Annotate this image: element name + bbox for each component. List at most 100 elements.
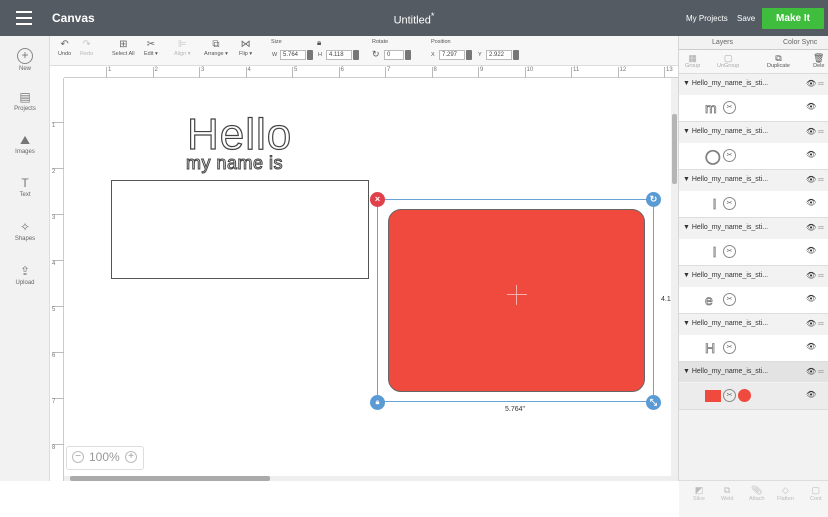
height-field[interactable]: 4.118 [326,50,352,60]
rail-new[interactable]: + New [0,48,50,72]
width-field[interactable]: 5.764 [280,50,306,60]
rail-projects[interactable]: ▤ Projects [0,90,50,112]
layer-group-header[interactable]: ▼ Hello_my_name_is_sti... 👁︎ ═ [679,314,828,334]
layer-row[interactable]: ✂ 👁︎ [679,383,828,409]
layer-thumbnail: l [713,196,717,213]
layer-row[interactable]: m ✂ 👁︎ [679,95,828,121]
resize-handle-icon[interactable]: ⤡ [646,395,661,410]
red-rectangle-shape[interactable] [388,209,645,392]
eye-icon[interactable]: 👁︎ [806,74,816,94]
eye-icon[interactable]: 👁︎ [806,198,816,207]
lock-handle-icon[interactable]: 🔒︎ [370,395,385,410]
layer-group[interactable]: ▼ Hello_my_name_is_sti... 👁︎ ═ H ✂ 👁︎ [679,314,828,362]
layer-row[interactable]: e ✂ 👁︎ [679,287,828,313]
delete-handle-icon[interactable]: × [370,192,385,207]
rotate-field[interactable]: 0 [384,50,404,60]
ungroup-button[interactable]: ▢ UnGroup [717,53,739,69]
eye-icon[interactable]: 👁︎ [806,294,816,303]
document-title-text[interactable]: Untitled [394,15,431,27]
layer-row[interactable]: H ✂ 👁︎ [679,335,828,361]
eye-icon[interactable]: 👁︎ [806,150,816,159]
tab-color-sync[interactable]: Color Sync [783,39,817,46]
eye-icon[interactable]: 👁︎ [806,362,816,382]
x-field[interactable]: 7.297 [439,50,465,60]
layer-group-header[interactable]: ▼ Hello_my_name_is_sti... 👁︎ ═ [679,362,828,382]
redo-button[interactable]: ↷ Redo [80,39,93,57]
eye-icon[interactable]: 👁︎ [806,218,816,238]
lock-icon[interactable]: 🔒︎ [317,38,321,48]
my-name-is-text[interactable]: my name is [185,153,283,174]
eye-icon[interactable]: 👁︎ [806,342,816,351]
weld-button[interactable]: ⧉ Weld [721,485,733,502]
eye-icon[interactable]: 👁︎ [806,170,816,190]
color-swatch[interactable] [738,389,751,402]
width-stepper[interactable] [307,50,313,60]
layer-group[interactable]: ▼ Hello_my_name_is_sti... 👁︎ ═ ◯ ✂ 👁︎ [679,122,828,170]
layer-group[interactable]: ▼ Hello_my_name_is_sti... 👁︎ ═ l ✂ 👁︎ [679,218,828,266]
drag-handle-icon[interactable]: ═ [818,170,824,190]
layer-group-header[interactable]: ▼ Hello_my_name_is_sti... 👁︎ ═ [679,266,828,286]
arrange-button[interactable]: ⧉ Arrange ▾ [204,39,228,57]
horizontal-scroll-thumb[interactable] [70,476,270,481]
drag-handle-icon[interactable]: ═ [818,122,824,142]
tab-layers[interactable]: Layers [712,39,733,46]
layer-group[interactable]: ▼ Hello_my_name_is_sti... 👁︎ ═ l ✂ 👁︎ [679,170,828,218]
drag-handle-icon[interactable]: ═ [818,266,824,286]
edit-button[interactable]: ✂ Edit ▾ [144,39,158,57]
save-link[interactable]: Save [737,14,755,23]
slice-button[interactable]: ◩ Slice [693,485,705,502]
rail-images[interactable]: ⛰ Images [0,133,50,155]
layer-row[interactable]: l ✂ 👁︎ [679,191,828,217]
name-box-shape[interactable] [111,180,369,279]
layer-group-header[interactable]: ▼ Hello_my_name_is_sti... 👁︎ ═ [679,74,828,94]
eye-icon[interactable]: 👁︎ [806,246,816,255]
layer-group-header[interactable]: ▼ Hello_my_name_is_sti... 👁︎ ═ [679,170,828,190]
rotate-stepper[interactable] [405,50,411,60]
delete-button[interactable]: 🗑︎ Dele [813,53,824,69]
vertical-scrollbar[interactable] [671,78,678,476]
layer-group-header[interactable]: ▼ Hello_my_name_is_sti... 👁︎ ═ [679,122,828,142]
flatten-button[interactable]: ◇ Flatten [777,485,794,502]
eye-icon[interactable]: 👁︎ [806,314,816,334]
image-icon: ⛰ [19,133,31,147]
group-button[interactable]: ▦ Group [685,53,700,69]
x-stepper[interactable] [466,50,472,60]
trash-icon: 🗑︎ [813,53,825,63]
layer-group[interactable]: ▼ Hello_my_name_is_sti... 👁︎ ═ e ✂ 👁︎ [679,266,828,314]
eye-icon[interactable]: 👁︎ [806,390,816,399]
rail-shapes[interactable]: ✧ Shapes [0,220,50,242]
select-all-button[interactable]: ⊞ Select All [112,39,135,57]
rail-upload[interactable]: ⇪ Upload [0,264,50,286]
layer-row[interactable]: ◯ ✂ 👁︎ [679,143,828,169]
layer-row[interactable]: l ✂ 👁︎ [679,239,828,265]
drag-handle-icon[interactable]: ═ [818,74,824,94]
eye-icon[interactable]: 👁︎ [806,102,816,111]
y-field[interactable]: 2.922 [486,50,512,60]
zoom-in-icon[interactable]: + [125,451,137,463]
hello-text[interactable]: Hello [186,112,292,157]
height-stepper[interactable] [353,50,359,60]
my-projects-link[interactable]: My Projects [686,14,728,23]
rail-text[interactable]: T Text [0,176,50,198]
drag-handle-icon[interactable]: ═ [818,314,824,334]
drag-handle-icon[interactable]: ═ [818,362,824,382]
zoom-out-icon[interactable]: − [72,451,84,463]
contour-button[interactable]: ▢ Cont [810,485,822,502]
layer-group-selected[interactable]: ▼ Hello_my_name_is_sti... 👁︎ ═ ✂ 👁︎ [679,362,828,410]
make-it-button[interactable]: Make It [762,8,824,29]
rotate-handle-icon[interactable]: ↻ [646,192,661,207]
menu-icon[interactable] [16,11,32,25]
vertical-scroll-thumb[interactable] [672,114,677,184]
eye-icon[interactable]: 👁︎ [806,266,816,286]
duplicate-button[interactable]: ⧉ Duplicate [767,53,790,69]
drag-handle-icon[interactable]: ═ [818,218,824,238]
layer-group[interactable]: ▼ Hello_my_name_is_sti... 👁︎ ═ m ✂ 👁︎ [679,74,828,122]
attach-button[interactable]: 📎︎ Attach [749,485,765,502]
undo-button[interactable]: ↶ Undo [58,39,71,57]
y-stepper[interactable] [513,50,519,60]
horizontal-scrollbar[interactable] [64,476,678,481]
layer-group-header[interactable]: ▼ Hello_my_name_is_sti... 👁︎ ═ [679,218,828,238]
flip-button[interactable]: ⋈ Flip ▾ [239,39,252,57]
align-button[interactable]: ⊫ Align ▾ [174,39,191,57]
eye-icon[interactable]: 👁︎ [806,122,816,142]
